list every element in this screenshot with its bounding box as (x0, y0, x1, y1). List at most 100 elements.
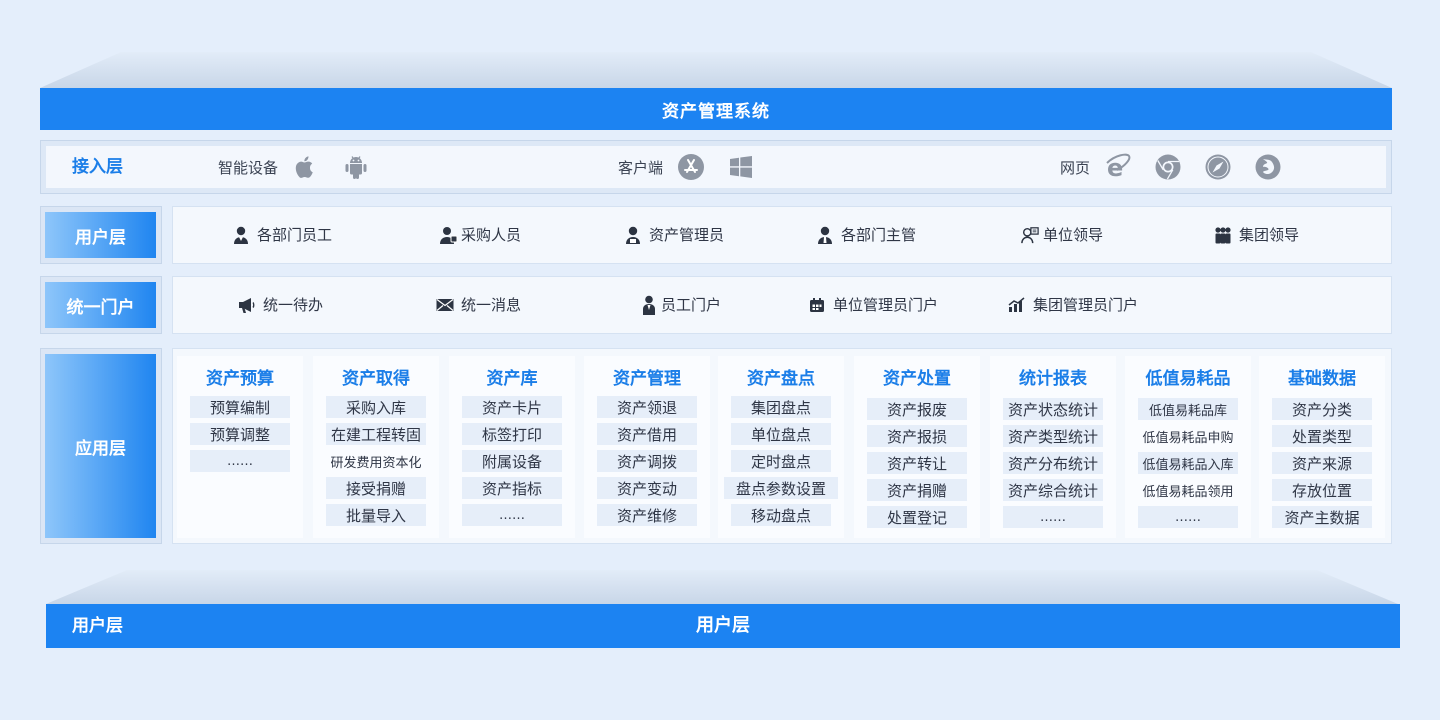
user-layer-panel (172, 206, 1392, 264)
portal-item-messages[interactable]: 统一消息 (436, 294, 521, 315)
ie-icon: e (1104, 153, 1132, 181)
module-item[interactable]: 资产转让 (867, 452, 967, 474)
module-card-consumables: 低值易耗品 低值易耗品库 低值易耗品申购 低值易耗品入库 低值易耗品领用 …… (1125, 356, 1251, 538)
module-card-management: 资产管理 资产领退 资产借用 资产调拨 资产变动 资产维修 (584, 356, 710, 538)
user-item-label: 集团领导 (1239, 226, 1300, 244)
module-item[interactable]: 存放位置 (1272, 479, 1372, 501)
module-item[interactable]: 资产调拨 (597, 450, 697, 472)
module-item[interactable]: 资产维修 (597, 504, 697, 526)
user-item-employee: 各部门员工 (232, 224, 332, 245)
user-item-label: 单位领导 (1043, 226, 1104, 244)
module-item[interactable]: 资产借用 (597, 423, 697, 445)
access-group-client: 客户端 (618, 146, 777, 188)
module-item[interactable]: 标签打印 (462, 423, 562, 445)
module-title: 资产预算 (206, 369, 274, 389)
module-item[interactable]: 附属设备 (462, 450, 562, 472)
access-layer-title: 接入层 (72, 157, 123, 177)
module-item[interactable]: 低值易耗品库 (1138, 398, 1238, 420)
mail-icon (436, 296, 454, 314)
user-item-label: 资产管理员 (649, 226, 725, 244)
module-item[interactable]: 低值易耗品入库 (1138, 452, 1238, 474)
module-title: 低值易耗品 (1145, 369, 1231, 389)
portal-item-label: 员工门户 (661, 296, 722, 314)
user-item-group-leader: 集团领导 (1214, 224, 1299, 245)
user-layer-badge: 用户层 (45, 212, 156, 258)
calendar-icon (808, 296, 826, 314)
module-item[interactable]: 资产领退 (597, 396, 697, 418)
portal-item-todo[interactable]: 统一待办 (238, 294, 323, 315)
module-title: 资产管理 (613, 369, 681, 389)
module-item-more[interactable]: …… (1138, 506, 1238, 528)
module-item[interactable]: 资产综合统计 (1003, 479, 1103, 501)
bottom-bevel (46, 570, 1398, 604)
module-item[interactable]: 低值易耗品领用 (1138, 479, 1238, 501)
module-item[interactable]: 资产来源 (1272, 452, 1372, 474)
module-card-asset-library: 资产库 资产卡片 标签打印 附属设备 资产指标 …… (449, 356, 575, 538)
access-group-label: 网页 (1060, 158, 1091, 177)
portal-item-employee-portal[interactable]: 员工门户 (640, 294, 721, 315)
module-item[interactable]: 处置类型 (1272, 425, 1372, 447)
module-item[interactable]: 集团盘点 (731, 396, 831, 418)
module-item[interactable]: 资产分类 (1272, 398, 1372, 420)
module-card-disposal: 资产处置 资产报废 资产报损 资产转让 资产捐赠 处置登记 (854, 356, 980, 538)
safari-icon (1204, 153, 1232, 181)
unit-leader-icon (1021, 226, 1039, 244)
module-item[interactable]: 资产分布统计 (1003, 452, 1103, 474)
person-icon (640, 295, 658, 315)
module-item[interactable]: 低值易耗品申购 (1138, 425, 1238, 447)
group-leader-icon (1214, 226, 1232, 244)
module-item-more[interactable]: …… (190, 450, 290, 472)
module-item-more[interactable]: …… (462, 504, 562, 526)
module-item[interactable]: 预算调整 (190, 423, 290, 445)
module-item-more[interactable]: …… (1003, 506, 1103, 528)
megaphone-icon (238, 296, 256, 314)
access-group-label: 客户端 (618, 158, 664, 177)
module-item[interactable]: 接受捐赠 (326, 477, 426, 499)
module-title: 资产取得 (342, 369, 410, 389)
user-item-label: 采购人员 (461, 226, 522, 244)
user-item-label: 各部门主管 (841, 226, 917, 244)
portal-item-unit-admin-portal[interactable]: 单位管理员门户 (808, 294, 938, 315)
portal-item-label: 集团管理员门户 (1033, 296, 1139, 314)
user-item-supervisor: 各部门主管 (816, 224, 916, 245)
asset-admin-icon (624, 226, 642, 244)
module-item[interactable]: 移动盘点 (731, 504, 831, 526)
module-card-inventory: 资产盘点 集团盘点 单位盘点 定时盘点 盘点参数设置 移动盘点 (718, 356, 844, 538)
module-title: 统计报表 (1019, 369, 1087, 389)
module-item[interactable]: 单位盘点 (731, 423, 831, 445)
supervisor-icon (816, 226, 834, 244)
module-item[interactable]: 资产类型统计 (1003, 425, 1103, 447)
purchaser-icon (440, 226, 458, 244)
top-bevel (40, 52, 1392, 88)
module-item[interactable]: 研发费用资本化 (319, 450, 433, 472)
module-item[interactable]: 预算编制 (190, 396, 290, 418)
module-item[interactable]: 资产捐赠 (867, 479, 967, 501)
employee-icon (232, 226, 250, 244)
module-item[interactable]: 采购入库 (326, 396, 426, 418)
firefox-icon (1254, 153, 1282, 181)
module-title: 资产库 (486, 369, 538, 389)
windows-icon (727, 153, 755, 181)
module-item[interactable]: 资产卡片 (462, 396, 562, 418)
module-item[interactable]: 资产状态统计 (1003, 398, 1103, 420)
module-card-reports: 统计报表 资产状态统计 资产类型统计 资产分布统计 资产综合统计 …… (990, 356, 1116, 538)
module-item[interactable]: 批量导入 (326, 504, 426, 526)
module-item[interactable]: 在建工程转固 (326, 423, 426, 445)
module-item[interactable]: 处置登记 (867, 506, 967, 528)
user-item-purchaser: 采购人员 (440, 224, 521, 245)
module-item[interactable]: 资产指标 (462, 477, 562, 499)
module-item[interactable]: 盘点参数设置 (724, 477, 838, 499)
module-item[interactable]: 资产报损 (867, 425, 967, 447)
system-title: 资产管理系统 (662, 101, 770, 122)
bottom-center-label: 用户层 (696, 615, 750, 636)
portal-item-group-admin-portal[interactable]: 集团管理员门户 (1008, 294, 1138, 315)
module-title: 资产处置 (883, 369, 951, 389)
module-item[interactable]: 定时盘点 (731, 450, 831, 472)
access-group-devices: 智能设备 (218, 146, 392, 188)
module-item[interactable]: 资产主数据 (1272, 506, 1372, 528)
module-item[interactable]: 资产变动 (597, 477, 697, 499)
module-card-master-data: 基础数据 资产分类 处置类型 资产来源 存放位置 资产主数据 (1259, 356, 1385, 538)
apple-icon (292, 153, 320, 181)
android-icon (342, 153, 370, 181)
module-item[interactable]: 资产报废 (867, 398, 967, 420)
